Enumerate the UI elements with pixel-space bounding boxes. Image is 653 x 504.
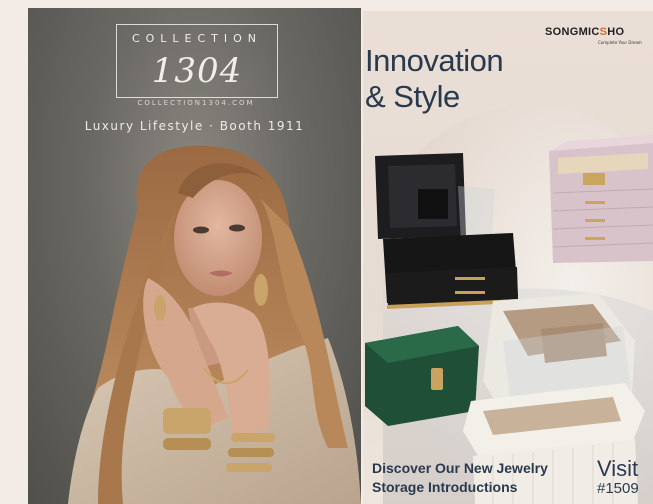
headline: Innovation & Style (365, 43, 504, 115)
logo-number: 1304 (151, 51, 243, 91)
discover-line-1: Discover Our New Jewelry (372, 460, 548, 476)
logo-word: COLLECTION (131, 32, 263, 45)
brand-name: SONGMICSHO (545, 26, 625, 38)
pink-jewelry-box (549, 135, 653, 263)
tagline: Luxury Lifestyle · Booth 1911 (84, 119, 305, 133)
headline-line-1: Innovation (365, 43, 504, 78)
brand-logo[interactable]: SONGMICSHO (545, 26, 624, 38)
visit-label: Visit (597, 456, 639, 481)
website-url[interactable]: COLLECTION1304.COM (116, 99, 276, 107)
discover-line-2: Storage Introductions (372, 479, 518, 495)
discover-text: Discover Our New Jewelry Storage Introdu… (372, 459, 548, 497)
headline-line-2: & Style (365, 79, 460, 114)
brand-slogan: Complete Your Dream (598, 40, 642, 45)
green-jewelry-box (365, 326, 479, 426)
songmics-ad[interactable]: SONGMICSHO Complete Your Dream Innovatio… (363, 11, 653, 504)
collection-logo: COLLECTION 1304 (116, 24, 278, 98)
booth-number: #1509 (597, 480, 639, 497)
collection-1304-ad[interactable]: COLLECTION 1304 COLLECTION1304.COM Luxur… (28, 8, 361, 504)
